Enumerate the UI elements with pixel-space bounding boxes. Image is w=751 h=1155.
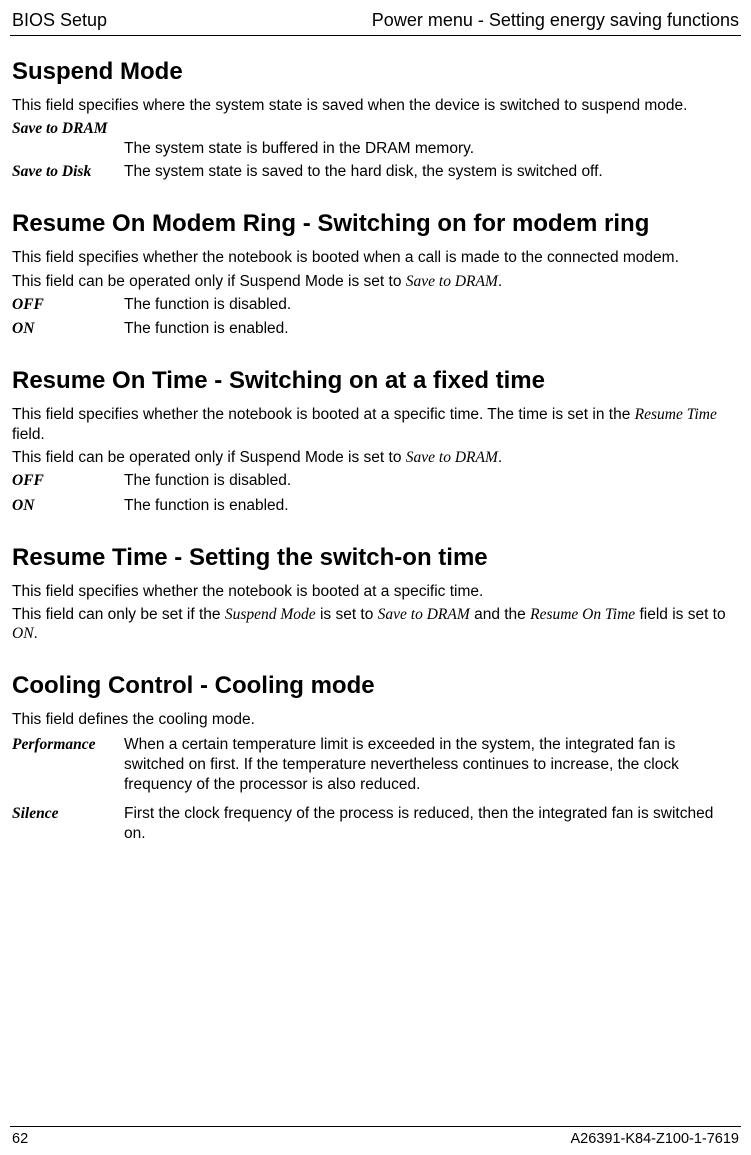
definition-row: Silence First the clock frequency of the…	[12, 804, 739, 844]
definition-desc: First the clock frequency of the process…	[124, 804, 739, 844]
definition-term: Performance	[12, 735, 124, 795]
italic-term: Save to DRAM	[378, 606, 470, 623]
definition-term: ON	[12, 319, 124, 339]
definition-term: OFF	[12, 295, 124, 315]
header-left: BIOS Setup	[12, 10, 107, 31]
section-title-suspend-mode: Suspend Mode	[12, 58, 739, 86]
paragraph: This field specifies whether the noteboo…	[12, 248, 739, 267]
section-title-cooling-control: Cooling Control - Cooling mode	[12, 672, 739, 700]
section-title-resume-modem-ring: Resume On Modem Ring - Switching on for …	[12, 210, 739, 238]
definition-desc: The function is enabled.	[124, 319, 739, 339]
definition-desc: The system state is saved to the hard di…	[124, 162, 739, 182]
definition-row: ON The function is enabled.	[12, 496, 739, 516]
text-fragment: .	[34, 625, 38, 642]
italic-term: Save to DRAM	[406, 449, 498, 466]
definition-row: Save to DRAM The system state is buffere…	[12, 119, 739, 158]
paragraph: This field specifies whether the noteboo…	[12, 582, 739, 601]
definition-desc: When a certain temperature limit is exce…	[124, 735, 739, 795]
definition-term: OFF	[12, 471, 124, 491]
definition-term: ON	[12, 496, 124, 516]
section-title-resume-on-time: Resume On Time - Switching on at a fixed…	[12, 367, 739, 395]
document-id: A26391-K84-Z100-1-7619	[571, 1131, 739, 1147]
italic-term: Suspend Mode	[225, 606, 316, 623]
text-fragment: and the	[470, 606, 530, 623]
definition-desc: The function is disabled.	[124, 471, 739, 491]
page-content: Suspend Mode This field specifies where …	[10, 58, 741, 1118]
page-number: 62	[12, 1131, 28, 1147]
definition-row: OFF The function is disabled.	[12, 471, 739, 491]
definition-desc: The function is enabled.	[124, 496, 739, 516]
definition-term: Save to DRAM	[12, 119, 739, 138]
italic-term: ON	[12, 625, 34, 642]
italic-term: Resume Time	[635, 406, 717, 423]
definition-desc: The function is disabled.	[124, 295, 739, 315]
definition-row: OFF The function is disabled.	[12, 295, 739, 315]
header-divider	[10, 35, 741, 36]
header-right: Power menu - Setting energy saving funct…	[372, 10, 739, 31]
definition-row: Save to Disk The system state is saved t…	[12, 162, 739, 182]
text-fragment: This field can only be set if the	[12, 606, 225, 623]
definition-row: ON The function is enabled.	[12, 319, 739, 339]
paragraph: This field specifies where the system st…	[12, 96, 739, 115]
text-fragment: This field can be operated only if Suspe…	[12, 273, 406, 290]
text-fragment: .	[498, 273, 502, 290]
text-fragment: field is set to	[635, 606, 725, 623]
definition-term: Save to Disk	[12, 162, 124, 182]
text-fragment: This field can be operated only if Suspe…	[12, 449, 406, 466]
italic-term: Save to DRAM	[406, 273, 498, 290]
definition-row: Performance When a certain temperature l…	[12, 735, 739, 795]
paragraph: This field can be operated only if Suspe…	[12, 272, 739, 291]
italic-term: Resume On Time	[530, 606, 635, 623]
paragraph: This field can only be set if the Suspen…	[12, 605, 739, 644]
section-title-resume-time: Resume Time - Setting the switch-on time	[12, 544, 739, 572]
definition-desc: The system state is buffered in the DRAM…	[12, 139, 739, 158]
paragraph: This field defines the cooling mode.	[12, 710, 739, 729]
text-fragment: This field specifies whether the noteboo…	[12, 406, 635, 423]
definition-term: Silence	[12, 804, 124, 844]
paragraph: This field specifies whether the noteboo…	[12, 405, 739, 444]
text-fragment: is set to	[316, 606, 378, 623]
text-fragment: .	[498, 449, 502, 466]
text-fragment: field.	[12, 426, 45, 443]
paragraph: This field can be operated only if Suspe…	[12, 448, 739, 467]
